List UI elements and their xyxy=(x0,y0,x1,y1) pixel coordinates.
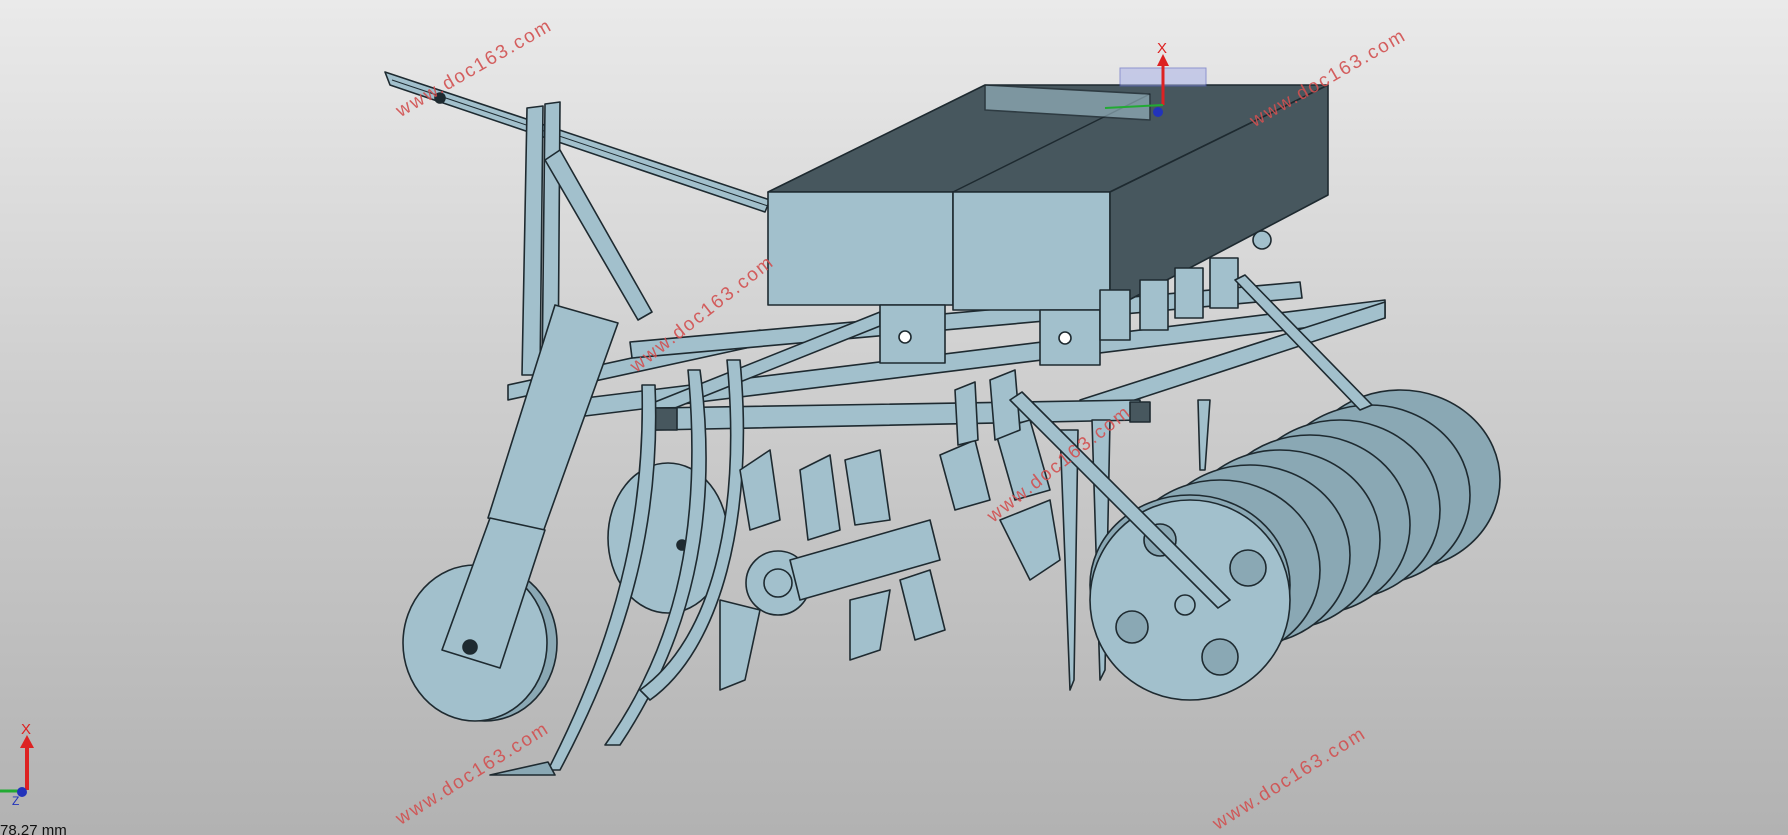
press-roller xyxy=(1089,389,1501,701)
front-gauge-wheel xyxy=(402,304,619,722)
seeder-3d-model[interactable]: X X Z xyxy=(0,0,1788,835)
view-triad[interactable]: X Z xyxy=(0,721,34,808)
view-triad-z-label: Z xyxy=(12,794,19,808)
cad-graphics-viewport[interactable]: X X Z www.doc163.com www.doc163.com www.… xyxy=(0,0,1788,835)
view-triad-x-label: X xyxy=(21,721,31,738)
origin-axis-x-label: X xyxy=(1157,40,1167,57)
scale-readout: 78.27 mm xyxy=(0,822,67,835)
